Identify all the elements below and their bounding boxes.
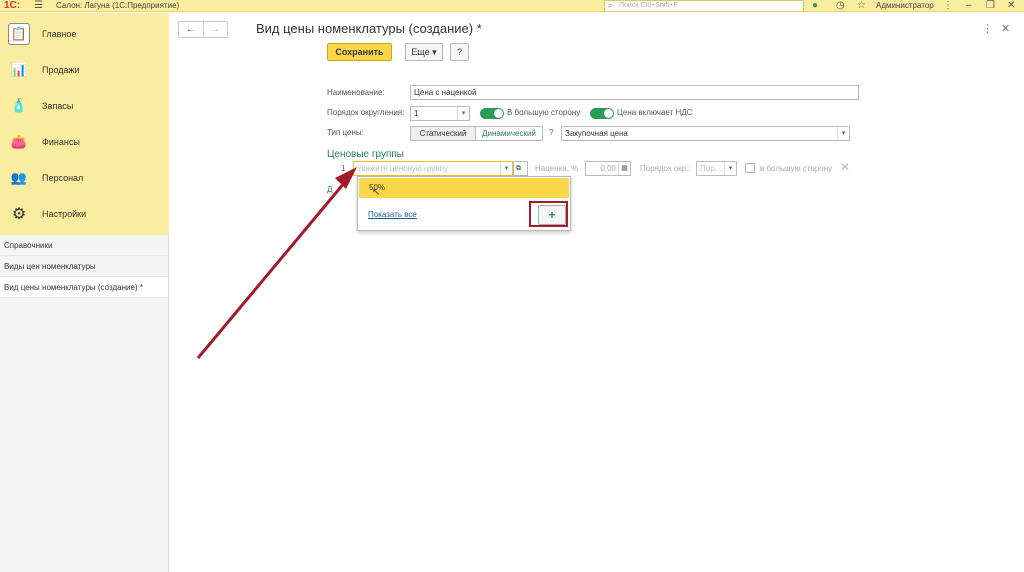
- annotation-arrow: [196, 167, 357, 359]
- annotation-arrow-line: [196, 175, 352, 359]
- annotation-arrow-head: [335, 167, 357, 189]
